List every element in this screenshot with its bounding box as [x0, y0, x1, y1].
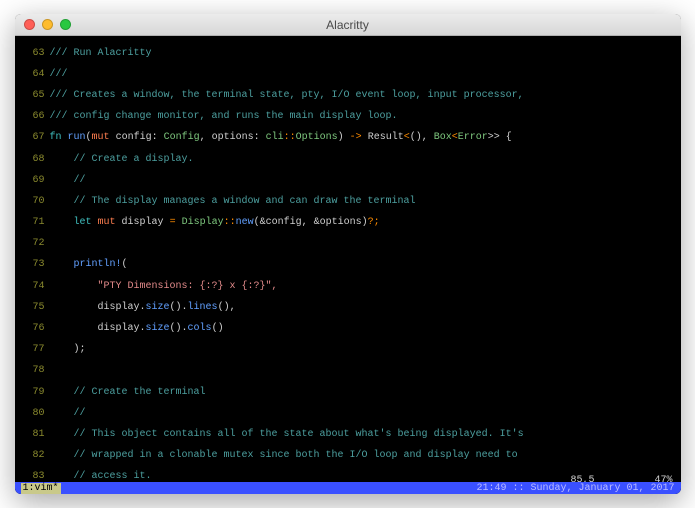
- keyword-let: let: [74, 217, 98, 228]
- fn-call: size: [146, 323, 170, 334]
- type: Display: [176, 217, 224, 228]
- type: cli: [266, 132, 284, 143]
- type: (),: [410, 132, 434, 143]
- indent: [50, 259, 74, 270]
- line-number: 70: [21, 197, 45, 208]
- string: "PTY Dimensions: {:?} x {:?}",: [50, 281, 278, 292]
- comment: // access it.: [50, 471, 152, 482]
- line-number: 78: [21, 366, 45, 377]
- comment: //: [50, 175, 86, 186]
- fn-call: cols: [188, 323, 212, 334]
- expr: display.: [50, 323, 146, 334]
- paren: ): [338, 132, 350, 143]
- line-number: 77: [21, 345, 45, 356]
- line-number: 66: [21, 112, 45, 123]
- macro: println!: [74, 259, 122, 270]
- comment: // This object contains all of the state…: [50, 429, 524, 440]
- param: , options:: [200, 132, 266, 143]
- args: (&config, &options): [254, 217, 368, 228]
- keyword-fn: fn: [50, 132, 68, 143]
- line-number: 65: [21, 91, 45, 102]
- line-number: 80: [21, 409, 45, 420]
- op: ->: [350, 132, 362, 143]
- type: Options: [296, 132, 338, 143]
- expr: (),: [218, 302, 236, 313]
- line-number: 79: [21, 388, 45, 399]
- paren: (: [122, 259, 128, 270]
- expr: ().: [170, 302, 188, 313]
- tmux-window-tab[interactable]: 1:vim*: [21, 483, 61, 494]
- titlebar[interactable]: Alacritty: [15, 14, 681, 36]
- comment: // Create the terminal: [50, 387, 206, 398]
- zoom-icon[interactable]: [60, 19, 71, 30]
- line-number: 73: [21, 260, 45, 271]
- tmux-statusbar[interactable]: 1:vim* 21:49 :: Sunday, January 01, 2017: [15, 482, 681, 494]
- keyword-mut: mut: [92, 132, 110, 143]
- brace: >> {: [488, 132, 512, 143]
- op: ::: [284, 132, 296, 143]
- fn-name: run: [68, 132, 86, 143]
- keyword-mut: mut: [98, 217, 116, 228]
- fn-call: new: [236, 217, 254, 228]
- type: Result: [362, 132, 404, 143]
- close-icon[interactable]: [24, 19, 35, 30]
- line-number: 69: [21, 176, 45, 187]
- traffic-lights: [15, 19, 71, 30]
- line-number: 75: [21, 303, 45, 314]
- line-number: 68: [21, 155, 45, 166]
- line-number: 82: [21, 451, 45, 462]
- comment: /// Creates a window, the terminal state…: [50, 90, 524, 101]
- line-number: 67: [21, 133, 45, 144]
- editor-content[interactable]: 63 /// Run Alacritty 64 /// 65 /// Creates …: [21, 38, 675, 476]
- expr: );: [50, 344, 86, 355]
- comment: /// Run Alacritty: [50, 48, 152, 59]
- comment: //: [50, 408, 86, 419]
- line-number: 64: [21, 70, 45, 81]
- comment: ///: [50, 69, 68, 80]
- status-clock: 21:49 :: Sunday, January 01, 2017: [476, 483, 674, 494]
- app-window: Alacritty 63 /// Run Alacritty 64 /// 65 //…: [15, 14, 681, 494]
- line-number: 71: [21, 218, 45, 229]
- fn-call: size: [146, 302, 170, 313]
- terminal-viewport[interactable]: 63 /// Run Alacritty 64 /// 65 /// Creates …: [15, 36, 681, 494]
- comment: /// config change monitor, and runs the …: [50, 111, 398, 122]
- window-title: Alacritty: [15, 18, 681, 32]
- line-number: 74: [21, 282, 45, 293]
- expr: display.: [50, 302, 146, 313]
- line-number: 76: [21, 324, 45, 335]
- comment: // wrapped in a clonable mutex since bot…: [50, 450, 518, 461]
- fn-call: lines: [188, 302, 218, 313]
- param: config:: [110, 132, 164, 143]
- line-number: 63: [21, 49, 45, 60]
- op: ::: [224, 217, 236, 228]
- line-number: 72: [21, 239, 45, 250]
- minimize-icon[interactable]: [42, 19, 53, 30]
- op: ?;: [368, 217, 380, 228]
- comment: // The display manages a window and can …: [50, 196, 416, 207]
- type: Config: [164, 132, 200, 143]
- type: Box: [434, 132, 452, 143]
- indent: [50, 217, 74, 228]
- line-number: 81: [21, 430, 45, 441]
- expr: (): [212, 323, 224, 334]
- comment: // Create a display.: [50, 154, 194, 165]
- expr: ().: [170, 323, 188, 334]
- type: Error: [458, 132, 488, 143]
- ident: display: [116, 217, 170, 228]
